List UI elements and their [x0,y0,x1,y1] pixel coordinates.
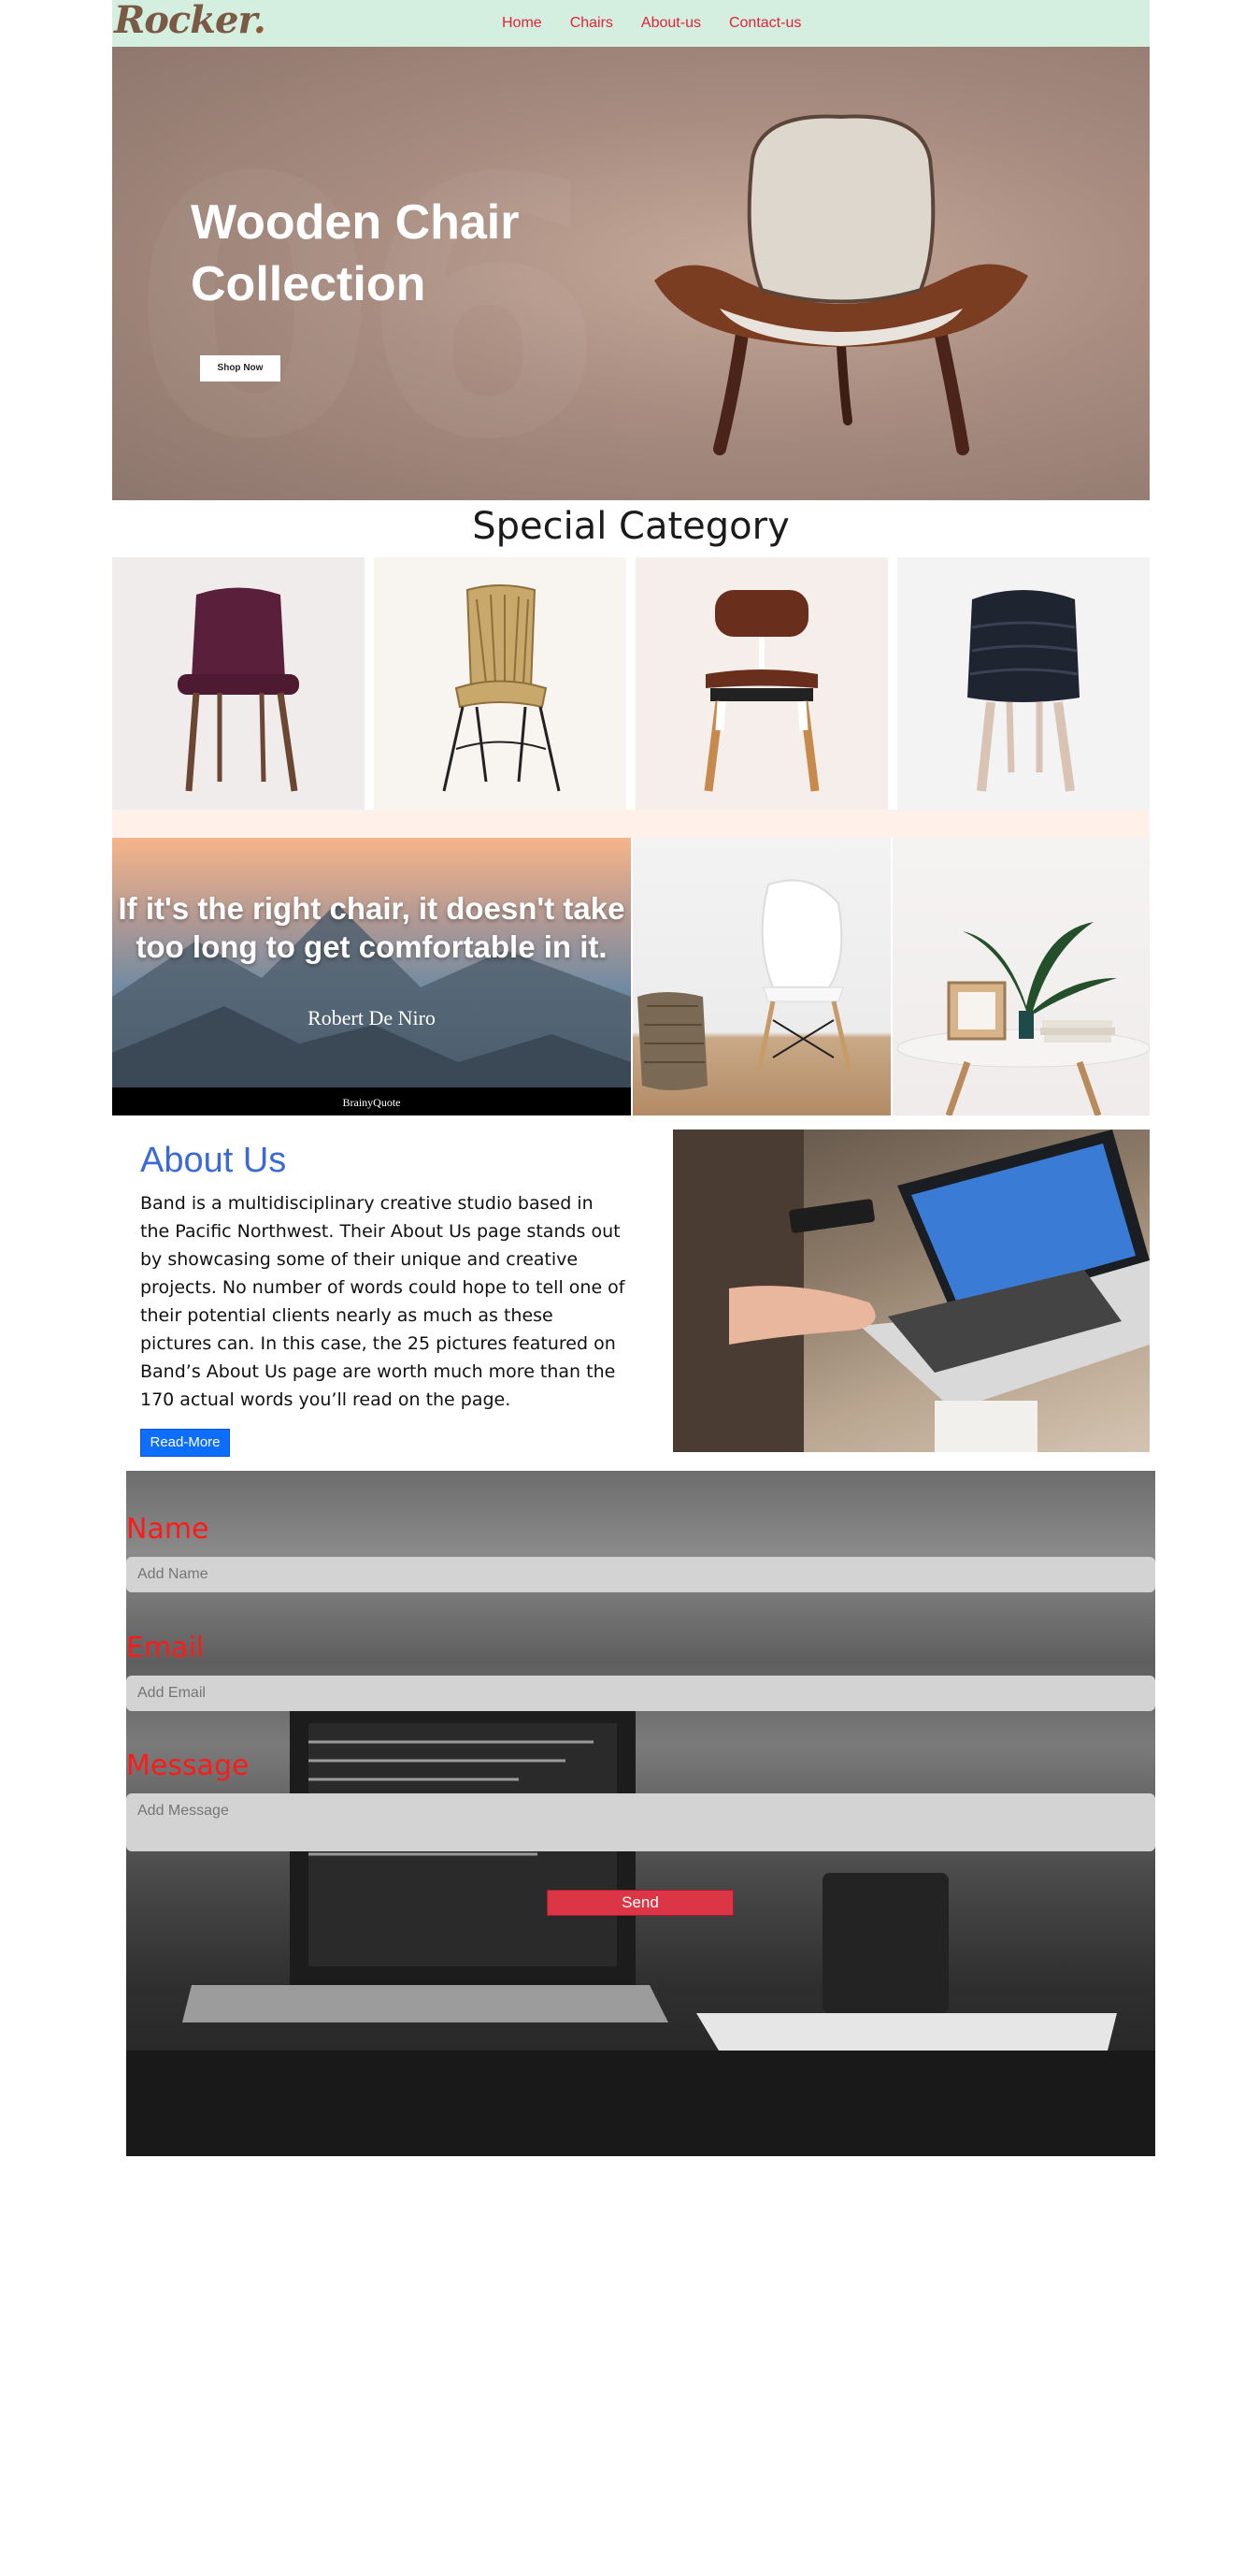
quote-text: If it's the right chair, it doesn't take… [118,891,625,964]
hero-title: Wooden Chair Collection [191,195,520,311]
nav-links: Home Chairs About-us Contact-us [502,15,829,32]
email-input[interactable] [126,1676,1155,1711]
name-label: Name [126,1513,209,1546]
plant-table-graphic [896,922,1151,1117]
special-category-title: Special Category [472,505,790,548]
nav-link-home[interactable]: Home [502,15,542,32]
message-label: Message [126,1749,250,1782]
nav-link-contact-us[interactable]: Contact-us [729,15,801,32]
plum-chair-image [178,587,299,792]
category-card-leather-chair[interactable] [636,557,888,810]
mountain-graphic [112,903,631,1115]
contact-section: Name Email Message Send [126,1471,1155,2156]
read-more-button[interactable]: Read-More [140,1429,230,1457]
rattan-chair-image [442,584,561,792]
white-chair-graphic [637,879,852,1090]
category-grid [112,557,1150,810]
laptop-graphic [673,1130,1150,1452]
quote-source: BrainyQuote [342,1096,401,1109]
brand-logo[interactable]: Rocker. [114,0,266,42]
category-card-rattan-chair[interactable] [374,557,626,810]
room-plant-table-image [891,838,1151,1117]
message-textarea[interactable] [126,1793,1155,1851]
category-divider-strip [112,810,1150,838]
brand-dot: . [252,0,266,42]
quote-banner-row: If it's the right chair, it doesn't take… [112,838,1151,1117]
nav-link-chairs[interactable]: Chairs [570,15,613,32]
nav-link-about-us[interactable]: About-us [641,15,701,32]
leather-chair-image [704,590,820,792]
category-card-black-chair[interactable] [897,557,1150,810]
about-body: Band is a multidisciplinary creative stu… [140,1193,625,1410]
name-input[interactable] [126,1557,1155,1592]
category-card-plum-chair[interactable] [112,557,365,810]
hero-banner: 06 Wooden Chair Collection Shop Now [112,47,1150,500]
hero-chair-image [654,114,1028,455]
send-button[interactable]: Send [547,1890,734,1916]
shop-now-button[interactable]: Shop Now [200,355,280,381]
quote-author: Robert De Niro [308,1006,436,1029]
brand-text: Rocker [114,0,254,42]
laptop-photo [673,1130,1150,1452]
room-white-chair-image [631,838,891,1115]
black-chair-image [967,590,1080,792]
email-label: Email [126,1632,205,1664]
top-navbar: Rocker. Home Chairs About-us Contact-us [112,0,1150,47]
quote-image: If it's the right chair, it doesn't take… [112,838,631,1115]
about-title: About Us [140,1141,287,1180]
